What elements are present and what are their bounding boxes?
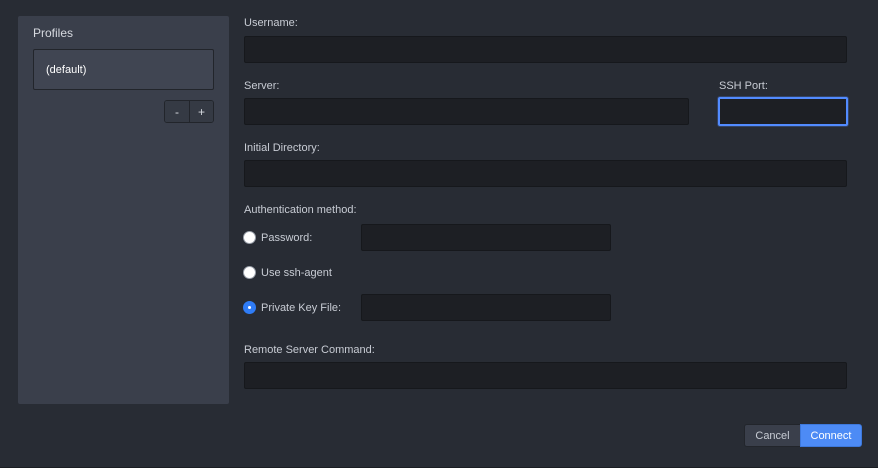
private-key-file-input[interactable] [361,294,611,321]
initial-directory-input[interactable] [244,160,847,187]
username-input[interactable] [244,36,847,63]
username-label: Username: [244,17,298,29]
add-profile-button[interactable]: + [189,101,213,122]
ssh-agent-radio[interactable] [243,266,256,279]
profiles-title: Profiles [33,26,74,40]
private-key-radio[interactable] [243,301,256,314]
connect-button[interactable]: Connect [800,424,862,447]
server-label: Server: [244,80,280,92]
ssh-port-input[interactable] [718,97,848,126]
password-input[interactable] [361,224,611,251]
profile-buttons: - + [164,100,214,123]
remove-profile-button[interactable]: - [165,101,189,122]
profile-list: (default) [33,49,214,90]
profiles-panel: Profiles (default) - + [18,16,229,404]
auth-ssh-agent-option[interactable]: Use ssh-agent [243,266,332,279]
profile-item-default[interactable]: (default) [46,64,86,76]
password-radio-label: Password: [261,231,313,244]
auth-private-key-option[interactable]: Private Key File: [243,301,341,314]
initial-directory-label: Initial Directory: [244,142,320,154]
footer-buttons: Cancel Connect [744,424,862,447]
auth-password-option[interactable]: Password: [243,231,312,244]
ssh-agent-radio-label: Use ssh-agent [261,266,332,279]
password-radio[interactable] [243,231,256,244]
remote-command-input[interactable] [244,362,847,389]
server-input[interactable] [244,98,689,125]
cancel-button[interactable]: Cancel [744,424,800,447]
connection-dialog: Profiles (default) - + Username: Server:… [0,0,878,468]
remote-command-label: Remote Server Command: [244,344,375,356]
ssh-port-label: SSH Port: [719,80,768,92]
auth-method-label: Authentication method: [244,204,357,216]
private-key-radio-label: Private Key File: [261,301,342,314]
